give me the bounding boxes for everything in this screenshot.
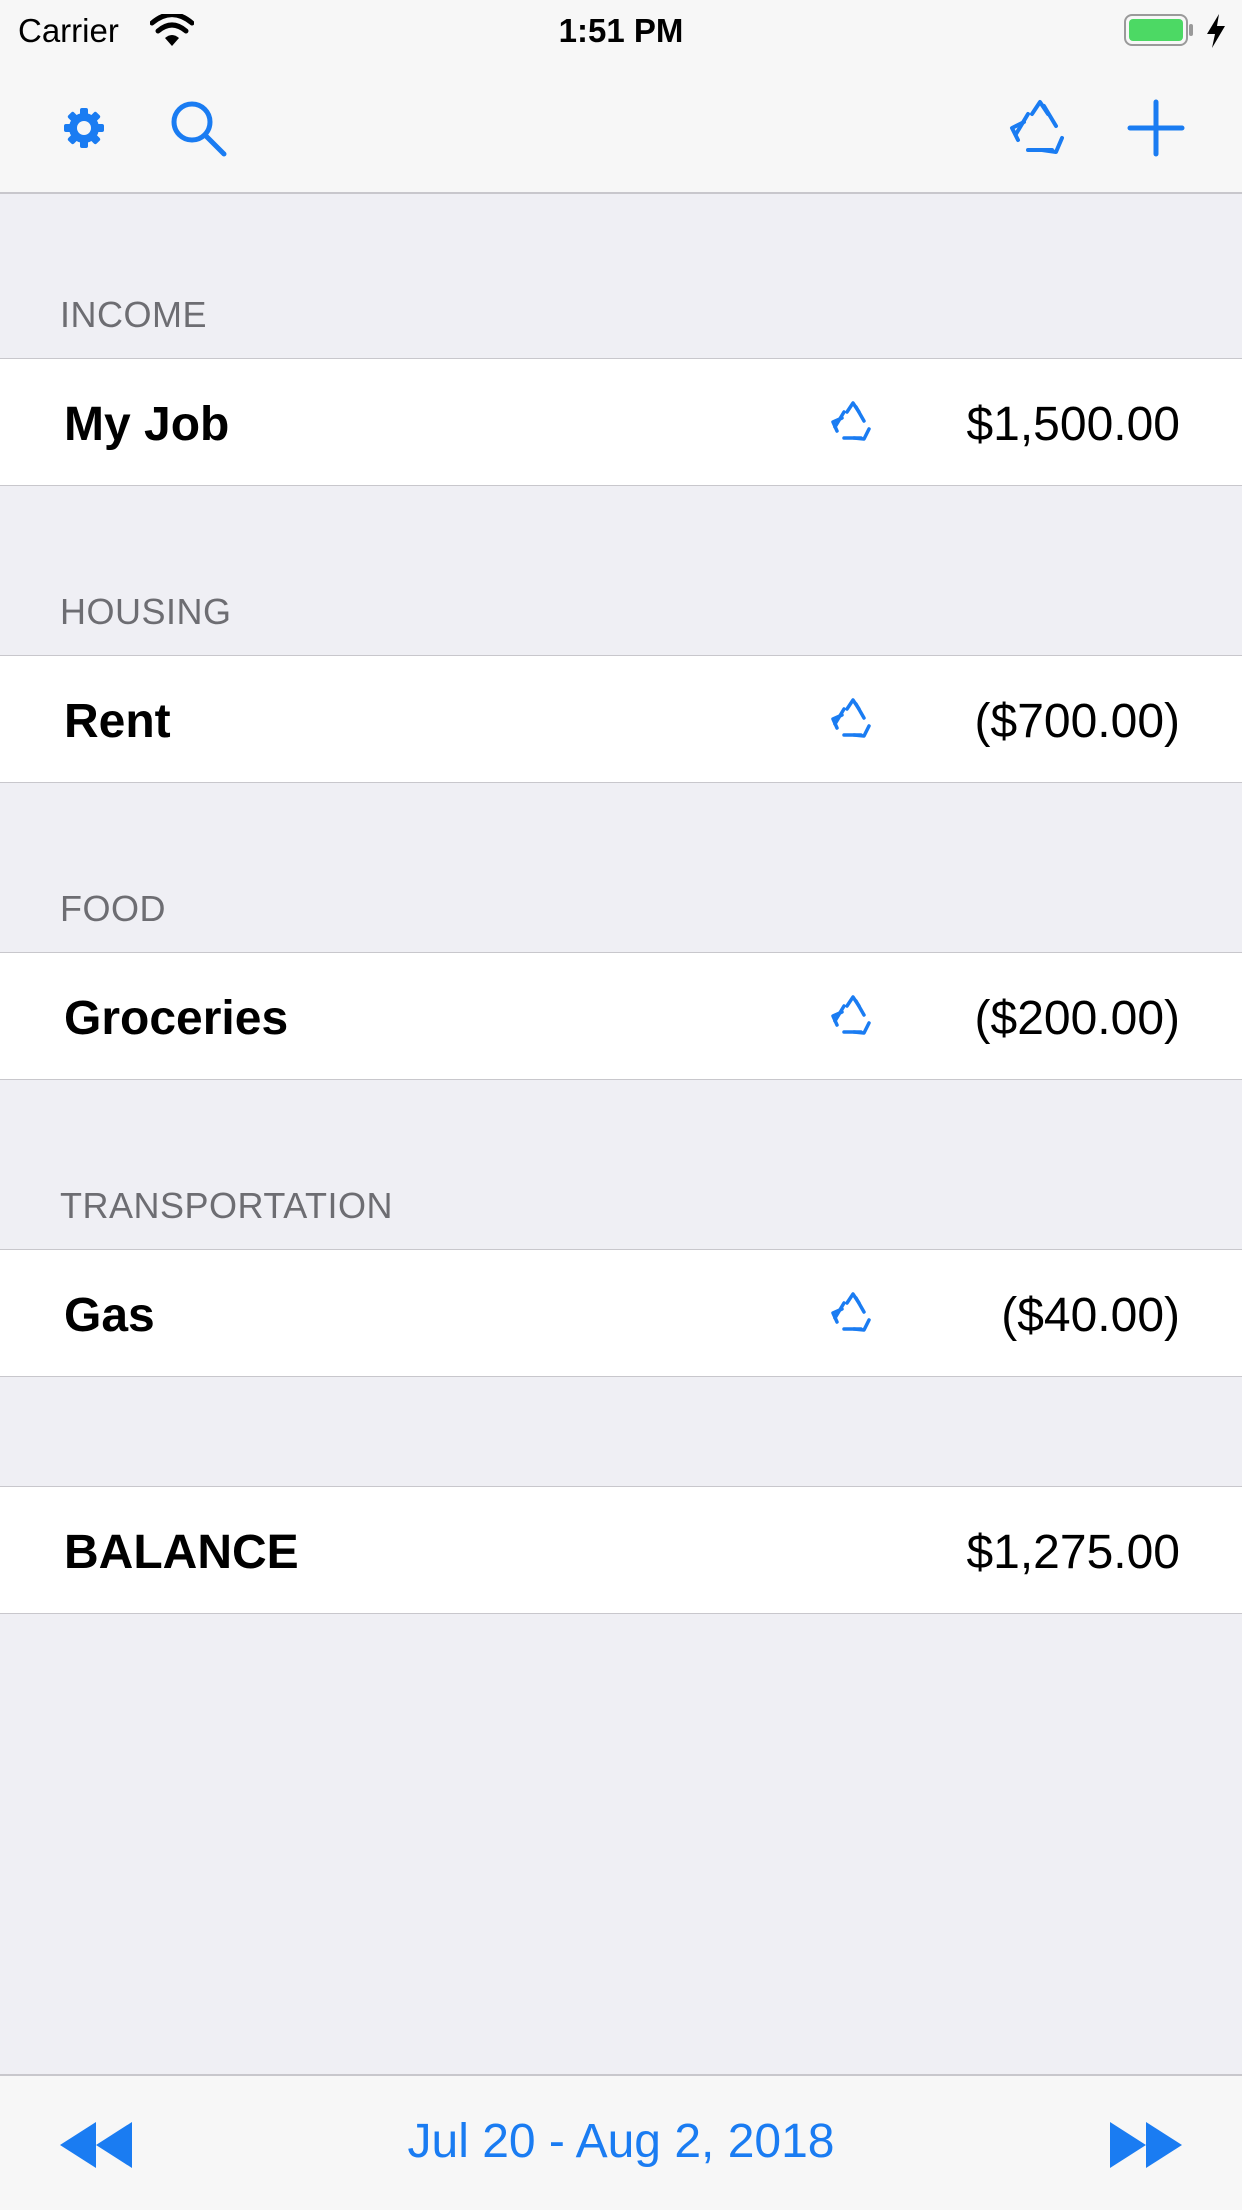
list-item-rent[interactable]: Rent ($700.00)	[0, 655, 1242, 783]
recurring-icon	[830, 696, 876, 742]
item-amount: ($200.00)	[974, 992, 1180, 1045]
item-name: Gas	[64, 1289, 155, 1342]
section-header-food: FOOD	[60, 888, 166, 929]
recurring-icon	[830, 399, 876, 445]
recurring-icon	[830, 1290, 876, 1336]
balance-amount: $1,275.00	[966, 1526, 1180, 1579]
section-header-housing: HOUSING	[60, 591, 232, 632]
item-amount: $1,500.00	[966, 398, 1180, 451]
navigation-bar	[0, 60, 1242, 194]
charging-icon	[1204, 12, 1228, 50]
item-name: Rent	[64, 695, 171, 748]
battery-icon	[1124, 14, 1194, 46]
list-item-my-job[interactable]: My Job $1,500.00	[0, 358, 1242, 486]
search-icon[interactable]	[166, 96, 230, 160]
add-icon[interactable]	[1124, 96, 1188, 160]
item-amount: ($40.00)	[1001, 1289, 1180, 1342]
item-amount: ($700.00)	[974, 695, 1180, 748]
balance-row: BALANCE $1,275.00	[0, 1486, 1242, 1614]
settings-icon[interactable]	[52, 96, 116, 160]
section-header-income: INCOME	[60, 294, 207, 335]
section-header-transportation: TRANSPORTATION	[60, 1185, 394, 1226]
balance-label: BALANCE	[64, 1526, 299, 1579]
date-range[interactable]: Jul 20 - Aug 2, 2018	[0, 2114, 1242, 2169]
clock: 1:51 PM	[558, 12, 684, 49]
bottom-toolbar: Jul 20 - Aug 2, 2018	[0, 2074, 1242, 2210]
list-item-gas[interactable]: Gas ($40.00)	[0, 1249, 1242, 1377]
fast-forward-icon[interactable]	[1108, 2120, 1184, 2170]
item-name: Groceries	[64, 992, 289, 1045]
recurring-icon	[830, 993, 876, 1039]
list-item-groceries[interactable]: Groceries ($200.00)	[0, 952, 1242, 1080]
status-bar: Carrier 1:51 PM	[0, 0, 1242, 60]
item-name: My Job	[64, 398, 230, 451]
recycle-icon[interactable]	[1008, 96, 1072, 160]
